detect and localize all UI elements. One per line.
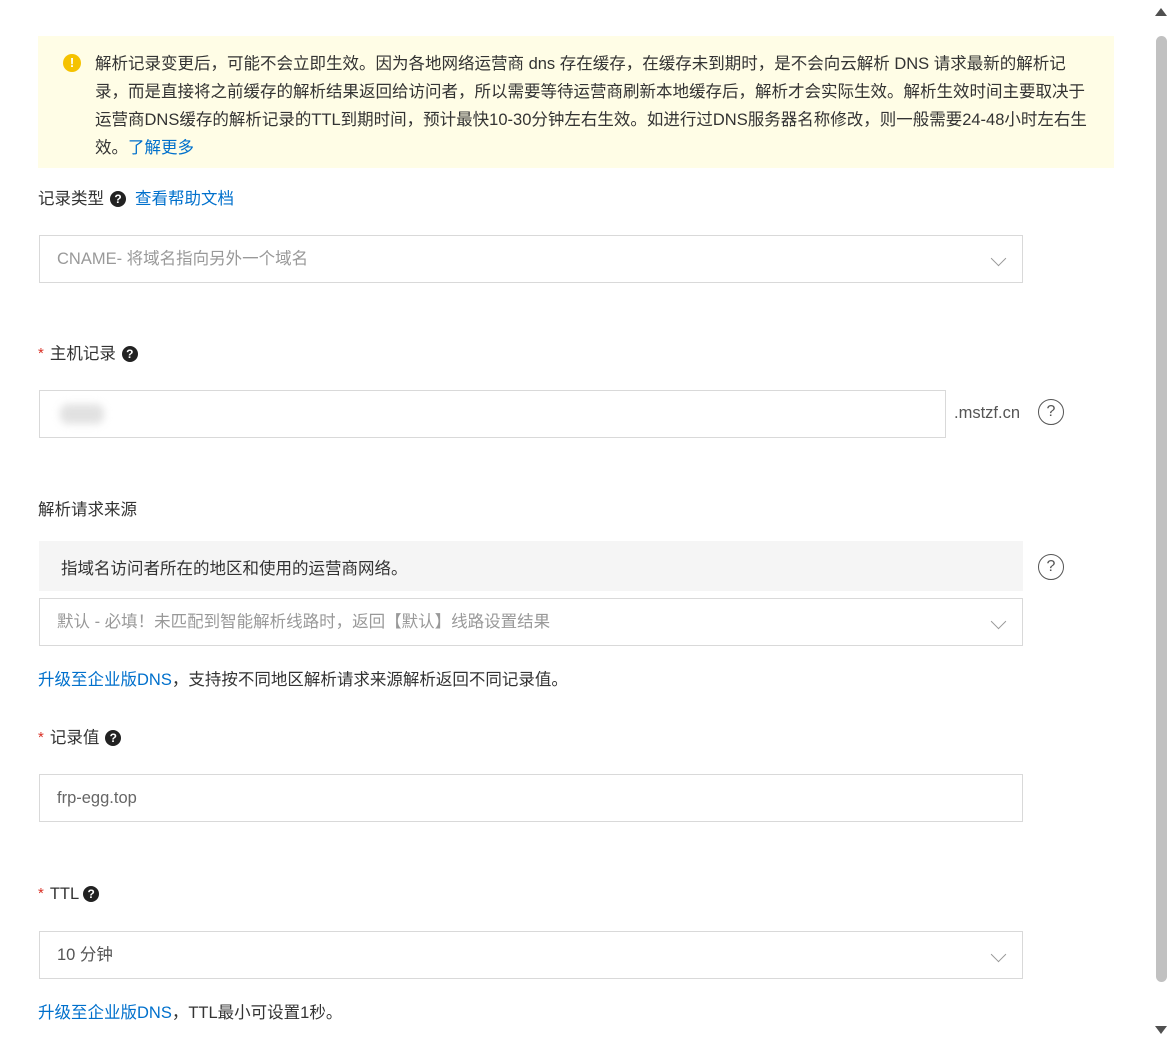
host-record-input[interactable] (39, 390, 946, 438)
notice-text: 解析记录变更后，可能不会立即生效。因为各地网络运营商 dns 存在缓存，在缓存未… (95, 50, 1095, 162)
ttl-label-row: * TTL ? (38, 883, 100, 905)
record-value-label: 记录值 (49, 729, 100, 747)
ttl-label: TTL (49, 885, 80, 903)
ttl-upgrade-hint-text: ，TTL最小可设置1秒。 (171, 1004, 343, 1022)
ttl-upgrade-enterprise-link[interactable]: 升级至企业版DNS (38, 1004, 172, 1022)
record-type-help-icon[interactable]: ? (110, 191, 126, 207)
record-value-label-row: * 记录值 ? (38, 727, 122, 749)
ttl-upgrade-hint: 升级至企业版DNS，TTL最小可设置1秒。 (38, 999, 342, 1023)
scroll-down-arrow-icon[interactable] (1155, 1026, 1167, 1034)
required-mark: * (38, 345, 44, 362)
request-source-select[interactable]: 默认 - 必填！未匹配到智能解析线路时，返回【默认】线路设置结果 (39, 598, 1023, 646)
scrollbar-thumb[interactable] (1156, 36, 1167, 982)
domain-suffix: .mstzf.cn (954, 404, 1021, 422)
required-mark: * (38, 729, 44, 746)
record-value-input[interactable]: frp-egg.top (39, 774, 1023, 822)
chevron-down-icon (990, 946, 1007, 963)
learn-more-link[interactable]: 了解更多 (128, 139, 194, 157)
upgrade-hint-text: ，支持按不同地区解析请求来源解析返回不同记录值。 (171, 671, 568, 689)
chevron-down-icon (990, 250, 1007, 267)
upgrade-enterprise-link[interactable]: 升级至企业版DNS (38, 671, 172, 689)
request-source-value: 默认 - 必填！未匹配到智能解析线路时，返回【默认】线路设置结果 (57, 613, 551, 631)
chevron-down-icon (990, 613, 1007, 630)
ttl-help-icon[interactable]: ? (83, 886, 100, 902)
scroll-up-arrow-icon[interactable] (1155, 8, 1167, 16)
host-record-question-icon[interactable]: ? (1038, 399, 1064, 425)
request-source-upgrade-hint: 升级至企业版DNS，支持按不同地区解析请求来源解析返回不同记录值。 (38, 666, 568, 690)
record-type-select[interactable]: CNAME- 将域名指向另外一个域名 (39, 235, 1023, 283)
notice-banner: ! 解析记录变更后，可能不会立即生效。因为各地网络运营商 dns 存在缓存，在缓… (38, 36, 1114, 168)
request-source-description-bar: 指域名访问者所在的地区和使用的运营商网络。 (39, 541, 1023, 591)
ttl-value: 10 分钟 (57, 946, 113, 964)
record-type-value: CNAME- 将域名指向另外一个域名 (57, 250, 309, 268)
host-record-help-icon[interactable]: ? (121, 346, 138, 362)
record-type-label: 记录类型 (38, 190, 104, 208)
host-record-label: 主机记录 (49, 345, 116, 363)
record-type-label-row: 记录类型 ? 查看帮助文档 (38, 188, 234, 210)
record-value-help-icon[interactable]: ? (105, 730, 122, 746)
warning-icon: ! (63, 54, 81, 72)
request-source-description: 指域名访问者所在的地区和使用的运营商网络。 (61, 560, 408, 578)
record-value-text: frp-egg.top (57, 789, 137, 807)
request-source-question-icon[interactable]: ? (1038, 554, 1064, 580)
notice-message: 解析记录变更后，可能不会立即生效。因为各地网络运营商 dns 存在缓存，在缓存未… (95, 55, 1087, 157)
ttl-select[interactable]: 10 分钟 (39, 931, 1023, 979)
host-record-label-row: * 主机记录 ? (38, 343, 138, 365)
help-docs-link[interactable]: 查看帮助文档 (135, 188, 234, 210)
required-mark: * (38, 885, 44, 902)
blurred-host-value (60, 404, 104, 424)
request-source-label: 解析请求来源 (38, 501, 137, 519)
